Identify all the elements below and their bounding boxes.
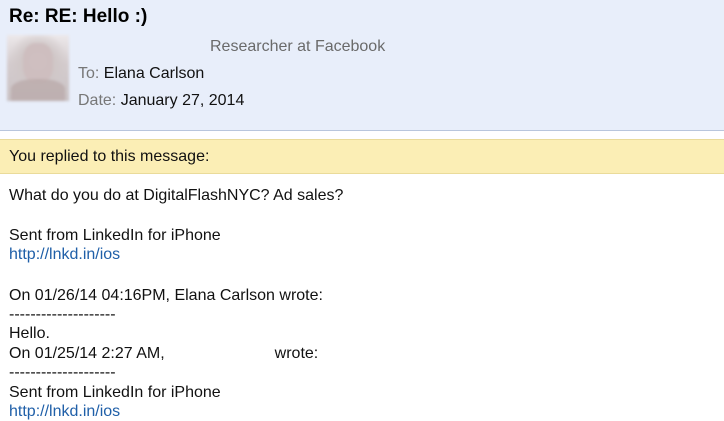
email-header: Re: RE: Hello :) Researcher at Facebook … <box>0 0 724 131</box>
avatar-face-blur <box>23 43 53 83</box>
replied-notice: You replied to this message: <box>0 139 724 174</box>
replied-notice-text: You replied to this message: <box>9 148 210 165</box>
sender-avatar <box>7 35 69 101</box>
date-label: Date: <box>78 92 117 109</box>
email-subject: Re: RE: Hello :) <box>9 6 148 27</box>
to-label: To: <box>78 65 100 82</box>
quote-header-2: On 01/25/14 2:27 AM, wrote: <box>9 345 318 363</box>
date-row: Date: January 27, 2014 <box>78 92 244 110</box>
divider-dashes: -------------------- <box>9 306 116 323</box>
signature-line: Sent from LinkedIn for iPhone <box>9 384 221 401</box>
avatar-body-blur <box>11 79 65 101</box>
date-value: January 27, 2014 <box>120 92 245 109</box>
divider-dashes: -------------------- <box>9 364 116 381</box>
quote-header-2-suffix: wrote: <box>274 345 319 362</box>
quoted-text: Hello. <box>9 325 50 342</box>
signature-line: Sent from LinkedIn for iPhone <box>9 227 221 244</box>
quote-header-2-prefix: On 01/25/14 2:27 AM, <box>9 345 165 362</box>
quote-header: On 01/26/14 04:16PM, Elana Carlson wrote… <box>9 287 323 304</box>
to-recipient[interactable]: Elana Carlson <box>104 65 205 82</box>
lnkd-link[interactable]: http://lnkd.in/ios <box>9 246 120 264</box>
to-row: To: Elana Carlson <box>78 65 204 83</box>
message-line: What do you do at DigitalFlashNYC? Ad sa… <box>9 187 344 204</box>
sender-title: Researcher at Facebook <box>210 38 386 55</box>
lnkd-link[interactable]: http://lnkd.in/ios <box>9 403 120 421</box>
